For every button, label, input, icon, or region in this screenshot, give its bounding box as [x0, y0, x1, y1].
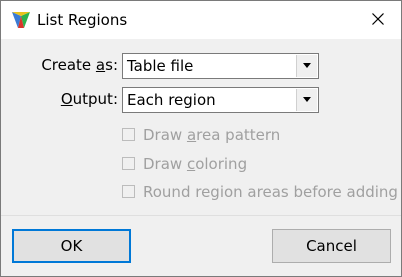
chevron-down-icon — [303, 63, 311, 68]
round-region-areas-label-text: Round region areas before adding — [143, 183, 398, 201]
form-area: Create as: Table file Output: Each regio… — [1, 39, 401, 215]
output-label: Output: — [61, 89, 118, 109]
create-as-select[interactable]: Table file — [122, 53, 319, 79]
close-button[interactable] — [355, 1, 401, 39]
create-as-dropdown-button[interactable] — [296, 55, 317, 77]
close-icon — [372, 11, 384, 29]
window-title: List Regions — [37, 11, 128, 29]
draw-coloring-label-start: Draw — [143, 155, 187, 173]
title-bar: List Regions — [1, 1, 401, 39]
create-as-label-mnemonic: a — [95, 56, 106, 74]
create-as-label-text-end: s: — [105, 56, 118, 74]
list-regions-dialog: List Regions Create as: Table file Outpu… — [0, 0, 402, 277]
round-region-areas-checkbox[interactable] — [122, 185, 135, 198]
draw-coloring-label-mnemonic: c — [186, 155, 196, 173]
draw-area-pattern-checkbox[interactable] — [122, 128, 135, 141]
draw-area-pattern-label: Draw area pattern — [143, 125, 280, 145]
draw-coloring-label-end: oloring — [195, 155, 248, 173]
button-bar: OK Cancel — [1, 216, 401, 276]
ok-button[interactable]: OK — [12, 229, 131, 263]
create-as-label: Create as: — [41, 55, 118, 75]
output-value: Each region — [127, 91, 216, 109]
round-region-areas-label: Round region areas before adding — [143, 182, 398, 202]
draw-coloring-checkbox[interactable] — [122, 157, 135, 170]
output-label-text: utput: — [72, 90, 118, 108]
draw-area-pattern-label-mnemonic: a — [186, 126, 197, 144]
output-label-mnemonic: O — [60, 90, 73, 108]
draw-coloring-label: Draw coloring — [143, 154, 247, 174]
cancel-button[interactable]: Cancel — [272, 229, 391, 263]
create-as-label-text: Create — [41, 56, 96, 74]
app-logo-icon — [11, 10, 31, 30]
output-select[interactable]: Each region — [122, 87, 319, 113]
create-as-value: Table file — [127, 57, 194, 75]
draw-area-pattern-label-start: Draw — [143, 126, 187, 144]
output-dropdown-button[interactable] — [296, 89, 317, 111]
chevron-down-icon — [303, 97, 311, 102]
draw-area-pattern-label-end: rea pattern — [196, 126, 281, 144]
